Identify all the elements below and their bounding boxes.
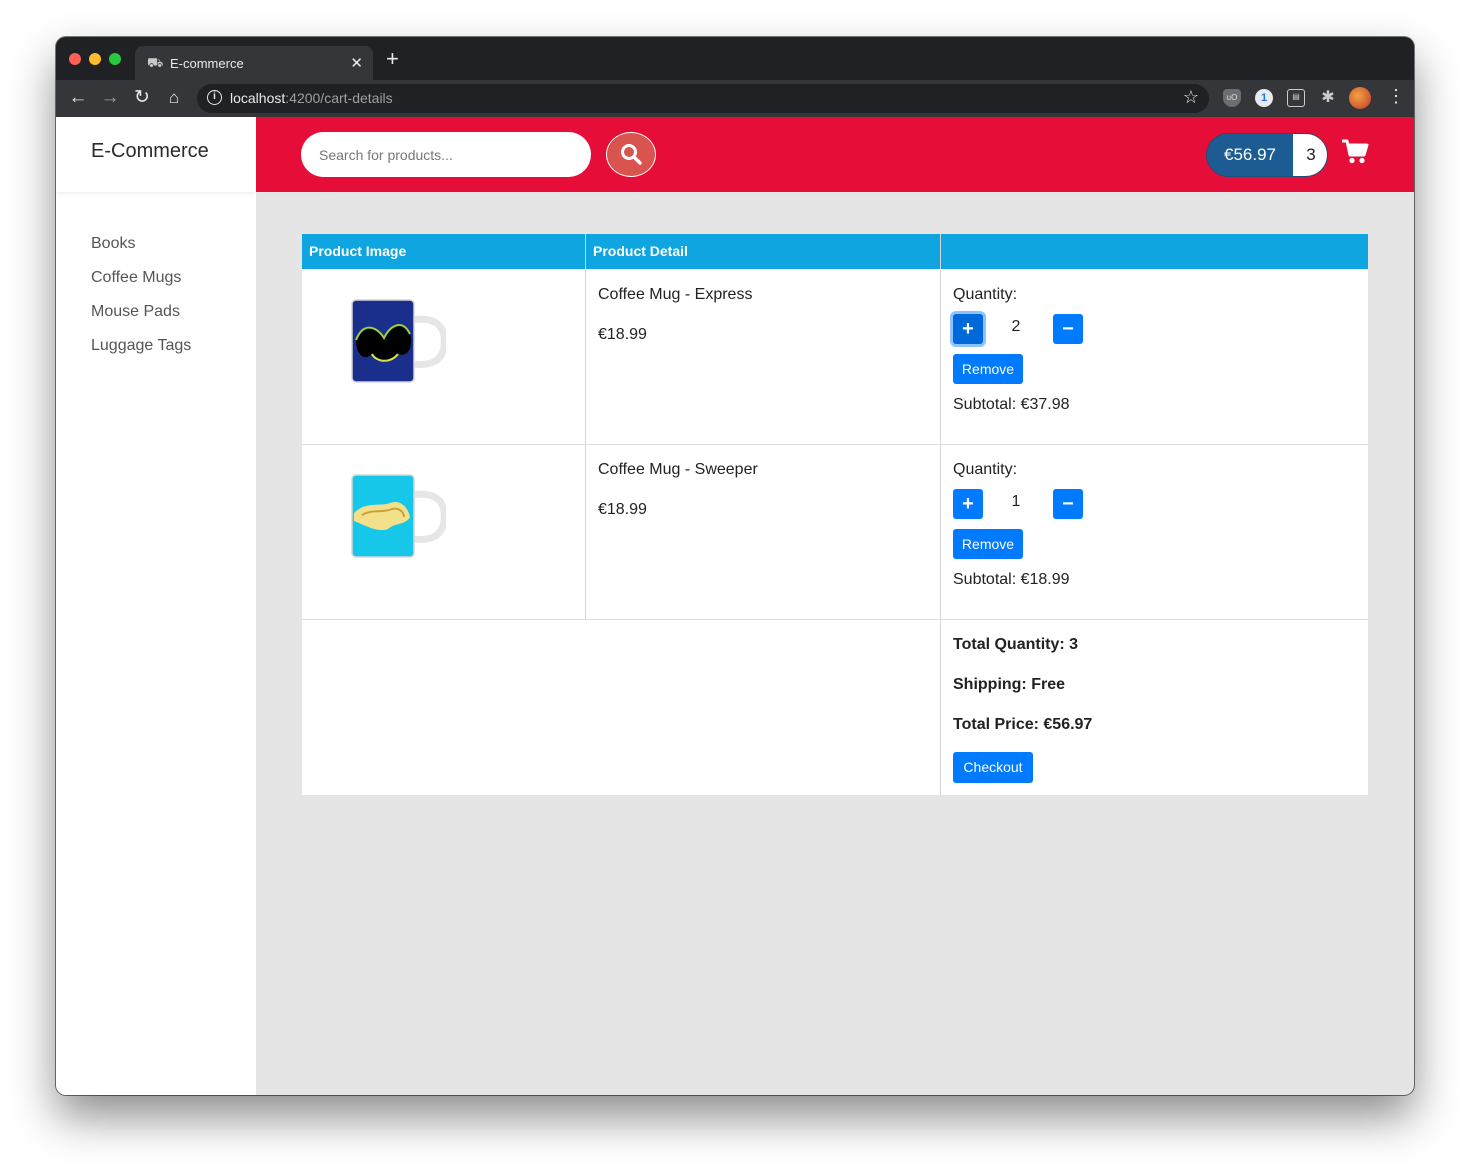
- header-product-image: Product Image: [302, 234, 585, 269]
- search-icon: [621, 144, 642, 165]
- increase-quantity-button[interactable]: +: [953, 489, 983, 519]
- remove-button[interactable]: Remove: [953, 354, 1023, 384]
- product-price: €18.99: [598, 326, 647, 343]
- item-subtotal: Subtotal: €37.98: [953, 396, 1070, 413]
- shopping-cart-icon[interactable]: [1341, 139, 1369, 165]
- product-image-sweeper[interactable]: [350, 473, 446, 561]
- total-price: Total Price: €56.97: [953, 716, 1093, 733]
- browser-titlebar: ⛟ E-commerce ✕ +: [56, 37, 1414, 80]
- new-tab-icon[interactable]: +: [386, 48, 399, 70]
- quantity-value: 1: [1011, 493, 1021, 510]
- browser-tab[interactable]: ⛟ E-commerce ✕: [135, 46, 373, 80]
- minus-icon: −: [1062, 318, 1074, 340]
- home-icon[interactable]: ⌂: [162, 86, 186, 110]
- plus-icon: +: [962, 493, 974, 515]
- forward-icon[interactable]: →: [98, 86, 122, 110]
- password-extension-icon[interactable]: 1: [1255, 89, 1273, 107]
- column-divider: [585, 234, 586, 620]
- sidebar: E-Commerce Books Coffee Mugs Mouse Pads …: [56, 117, 256, 1095]
- header-actions: [941, 234, 1368, 269]
- header-product-detail: Product Detail: [586, 234, 940, 269]
- back-icon[interactable]: ←: [66, 86, 90, 110]
- cart-item-count: 3: [1293, 134, 1327, 176]
- close-window-button[interactable]: [69, 53, 81, 65]
- increase-quantity-button[interactable]: +: [953, 314, 983, 344]
- row-divider: [302, 619, 1368, 620]
- decrease-quantity-button[interactable]: −: [1053, 314, 1083, 344]
- document-extension-icon[interactable]: ▤: [1287, 89, 1305, 107]
- address-bar[interactable]: i localhost:4200/cart-details ☆: [197, 84, 1209, 113]
- top-header: €56.97 3: [256, 117, 1414, 192]
- product-price: €18.99: [598, 501, 647, 518]
- remove-button[interactable]: Remove: [953, 529, 1023, 559]
- product-name: Coffee Mug - Sweeper: [598, 461, 758, 478]
- url-host: localhost: [230, 90, 286, 106]
- reload-icon[interactable]: ↻: [130, 86, 154, 110]
- maximize-window-button[interactable]: [109, 53, 121, 65]
- cart-total-price: €56.97: [1207, 134, 1293, 176]
- url-text: localhost:4200/cart-details: [230, 90, 393, 106]
- site-info-icon[interactable]: i: [207, 90, 222, 105]
- quantity-label: Quantity:: [953, 461, 1018, 478]
- extensions-puzzle-icon[interactable]: ✱: [1319, 89, 1337, 107]
- minus-icon: −: [1062, 493, 1074, 515]
- row-divider: [302, 444, 1368, 445]
- brand-logo-text[interactable]: E-Commerce: [91, 140, 209, 163]
- tab-title: E-commerce: [170, 56, 244, 71]
- sidebar-item-books[interactable]: Books: [91, 235, 135, 253]
- minimize-window-button[interactable]: [89, 53, 101, 65]
- column-divider: [940, 234, 941, 795]
- bookmark-star-icon[interactable]: ☆: [1183, 87, 1199, 108]
- browser-menu-icon[interactable]: ⋮: [1387, 86, 1405, 107]
- search-button[interactable]: [606, 132, 656, 177]
- sidebar-item-coffee-mugs[interactable]: Coffee Mugs: [91, 269, 181, 287]
- checkout-button[interactable]: Checkout: [953, 752, 1033, 783]
- shipping-cost: Shipping: Free: [953, 676, 1065, 693]
- url-path: :4200/cart-details: [285, 90, 393, 106]
- decrease-quantity-button[interactable]: −: [1053, 489, 1083, 519]
- quantity-value: 2: [1011, 318, 1021, 335]
- quantity-label: Quantity:: [953, 286, 1018, 303]
- sidebar-item-mouse-pads[interactable]: Mouse Pads: [91, 303, 180, 321]
- page-viewport: E-Commerce Books Coffee Mugs Mouse Pads …: [56, 117, 1414, 1095]
- cart-table: Product Image Product Detail Coffee Mug …: [302, 234, 1368, 795]
- plus-icon: +: [962, 318, 974, 340]
- tab-close-icon[interactable]: ✕: [350, 54, 363, 72]
- cart-status-button[interactable]: €56.97 3: [1206, 133, 1328, 177]
- sidebar-item-luggage-tags[interactable]: Luggage Tags: [91, 337, 191, 355]
- ublock-extension-icon[interactable]: uO: [1223, 89, 1241, 107]
- browser-toolbar: ← → ↻ ⌂ i localhost:4200/cart-details ☆ …: [56, 80, 1414, 117]
- browser-window: ⛟ E-commerce ✕ + ← → ↻ ⌂ i localhost:420…: [56, 37, 1414, 1095]
- favicon-icon: ⛟: [147, 55, 164, 70]
- product-image-express[interactable]: [350, 298, 446, 386]
- search-input[interactable]: [301, 132, 591, 177]
- total-quantity: Total Quantity: 3: [953, 636, 1079, 653]
- product-name: Coffee Mug - Express: [598, 286, 753, 303]
- profile-avatar-icon[interactable]: [1349, 87, 1371, 109]
- brand-area: E-Commerce: [56, 117, 256, 192]
- item-subtotal: Subtotal: €18.99: [953, 571, 1070, 588]
